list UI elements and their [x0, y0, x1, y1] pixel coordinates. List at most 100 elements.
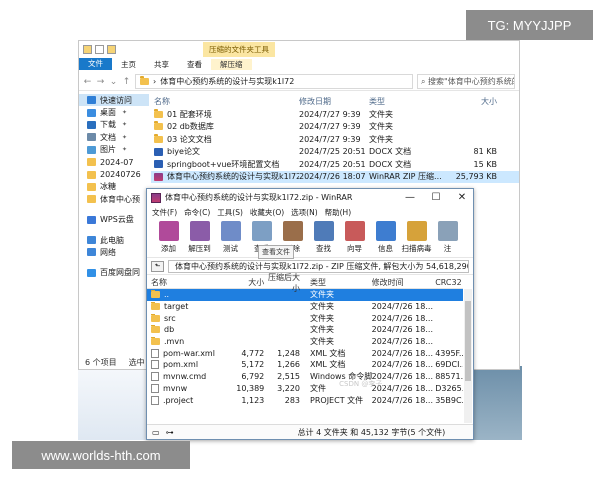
toolbar-button[interactable]: 向导 [339, 221, 370, 257]
archive-row[interactable]: .project 1,123 283 PROJECT 文件 2024/7/26 18..… [147, 394, 463, 406]
file-date: 2024/7/25 20:51 [299, 147, 366, 157]
sidebar-item[interactable]: WPS云盘 [79, 214, 149, 226]
sidebar-item[interactable]: 冰糖 [79, 181, 149, 193]
toolbar-label: 注 [443, 244, 452, 253]
ribbon-tab-view[interactable]: 查看 [178, 59, 211, 70]
ribbon-tab-extract[interactable]: 解压缩 [211, 58, 252, 70]
scrollbar-thumb[interactable] [465, 301, 471, 381]
sidebar-item[interactable]: 快速访问 [79, 94, 149, 107]
close-icon[interactable]: ✕ [451, 192, 473, 203]
toolbar-icon [437, 221, 458, 241]
ribbon-tab-share[interactable]: 共享 [145, 59, 178, 70]
pin-icon[interactable]: ✦ [122, 146, 127, 153]
new-folder-icon[interactable] [107, 44, 116, 54]
column-type[interactable]: 类型 [306, 277, 372, 288]
file-icon [151, 348, 159, 358]
toolbar-button[interactable]: 测试 [215, 221, 246, 257]
file-row[interactable]: 02 db数据库 2024/7/27 9:39 文件夹 [151, 121, 519, 134]
address-input[interactable]: › 体育中心预约系统的设计与实现k1l72 [135, 74, 413, 89]
sidebar-item-label: 文档 [100, 132, 116, 142]
toolbar-button[interactable]: 注 [432, 221, 463, 257]
file-name: 03 论文文档 [167, 134, 212, 144]
ribbon-tab-home[interactable]: 主页 [112, 59, 145, 70]
column-date[interactable]: 修改日期 [299, 96, 369, 107]
desktop-background-left [78, 370, 146, 440]
up-folder-button[interactable]: ⬑ [151, 260, 164, 272]
archive-row[interactable]: target 文件夹 2024/7/26 18... [147, 301, 463, 313]
sidebar-item[interactable]: 桌面 ✦ [79, 106, 149, 118]
folder-icon [154, 133, 163, 143]
search-input[interactable]: ⌕ 搜索"体育中心预约系统的设计... [417, 74, 515, 89]
sidebar-item[interactable]: 此电脑 [79, 234, 149, 246]
minimize-icon[interactable]: — [399, 192, 421, 203]
menu-item[interactable]: 命令(C) [184, 207, 210, 218]
compressed-folder-tools-tab[interactable]: 压缩的文件夹工具 [203, 42, 275, 57]
archive-row[interactable]: mvnw.cmd6,7922,515Windows 命令脚本2024/7/26 … [147, 371, 463, 383]
sidebar-item[interactable]: 文档 ✦ [79, 131, 149, 143]
archive-row[interactable]: pom.xml 5,172 1,266 XML 文档 2024/7/26 18... 69… [147, 359, 463, 371]
up-icon[interactable]: ↑ [122, 77, 131, 87]
sidebar-item-icon [87, 96, 96, 105]
archive-name-cell: pom-war.xml [147, 348, 228, 358]
column-modified[interactable]: 修改时间 [372, 277, 436, 288]
archive-type: 文件夹 [310, 313, 335, 323]
pin-icon[interactable]: ✦ [122, 134, 127, 141]
archive-path-dropdown[interactable]: 体育中心预约系统的设计与实现k1l72.zip - ZIP 压缩文件, 解包大小… [168, 259, 469, 273]
file-date: 2024/7/25 20:51 [299, 159, 366, 169]
archive-row[interactable]: src 文件夹 2024/7/26 18... [147, 312, 463, 324]
toolbar-button[interactable]: 添加 [153, 221, 184, 257]
menu-item[interactable]: 工具(S) [217, 207, 243, 218]
file-size: 81 KB [473, 147, 497, 157]
toolbar-button[interactable]: 解压到 [184, 221, 215, 257]
recent-locations-icon[interactable]: ⌄ [109, 77, 118, 87]
properties-icon[interactable] [95, 44, 104, 54]
column-size[interactable]: 大小 [228, 277, 264, 288]
ribbon-tab-file[interactable]: 文件 [79, 58, 112, 70]
menu-item[interactable]: 选项(N) [291, 207, 317, 218]
toolbar-button[interactable]: 扫描病毒 [401, 221, 432, 257]
column-name[interactable]: 名称 [147, 277, 228, 288]
menu-item[interactable]: 文件(F) [152, 207, 177, 218]
watermark-url: www.worlds-hth.com [12, 441, 190, 469]
file-name-cell: springboot+vue环境配置文档 [151, 159, 299, 170]
maximize-icon[interactable]: ☐ [425, 192, 447, 203]
menu-item[interactable]: 收藏夹(O) [250, 207, 284, 218]
sidebar-item[interactable]: 百度网盘同 [79, 267, 149, 279]
menu-item[interactable]: 帮助(H) [325, 207, 352, 218]
file-row[interactable]: 体育中心预约系统的设计与实现k1l72 2024/7/26 18:07 WinRAR… [151, 170, 519, 183]
toolbar-button[interactable]: 查找 [308, 221, 339, 257]
archive-modified: 2024/7/26 18... [371, 395, 433, 405]
back-icon[interactable]: ← [83, 77, 92, 87]
archive-row[interactable]: pom-war.xml 4,772 1,248 XML 文档 2024/7/26 18.… [147, 347, 463, 359]
winrar-title-bar: 体育中心预约系统的设计与实现k1l72.zip - WinRAR — ☐ ✕ [147, 189, 473, 206]
file-row[interactable]: biye论文 2024/7/25 20:51 DOCX 文档 81 KB [151, 146, 519, 159]
archive-crc: D3265... [435, 383, 463, 393]
column-name[interactable]: 名称 [151, 96, 299, 107]
forward-icon[interactable]: → [96, 77, 105, 87]
file-row[interactable]: springboot+vue环境配置文档 2024/7/25 20:51 DOCX … [151, 158, 519, 171]
sidebar-item[interactable]: 图片 ✦ [79, 144, 149, 156]
archive-row[interactable]: mvnw10,3893,220文件2024/7/26 18...D3265... [147, 383, 463, 395]
pin-icon[interactable]: ✦ [122, 109, 127, 116]
archive-name: pom-war.xml [163, 348, 215, 358]
archive-row[interactable]: db 文件夹 2024/7/26 18... [147, 324, 463, 336]
sidebar-item-label: 下载 [100, 120, 116, 130]
column-size[interactable]: 大小 [437, 96, 497, 107]
archive-name: db [164, 325, 175, 335]
file-row[interactable]: 01 配套环境 2024/7/27 9:39 文件夹 [151, 108, 519, 121]
archive-list-scrollbar[interactable] [464, 289, 472, 423]
column-packed[interactable]: 压缩后大小 [264, 272, 306, 294]
sidebar-item[interactable]: 2024-07 [79, 156, 149, 168]
column-type[interactable]: 类型 [369, 96, 437, 107]
sidebar-item[interactable]: 20240726 [79, 168, 149, 180]
toolbar-button[interactable]: 信息 [370, 221, 401, 257]
folder-icon[interactable] [83, 44, 92, 54]
archive-row[interactable]: .mvn 文件夹 2024/7/26 18... [147, 336, 463, 348]
sidebar-item[interactable]: 体育中心预 [79, 193, 149, 205]
sidebar-item[interactable]: 网络 [79, 246, 149, 258]
column-crc[interactable]: CRC32 [435, 278, 463, 287]
archive-name: mvnw [163, 383, 188, 393]
sidebar-item[interactable]: 下载 ✦ [79, 119, 149, 131]
pin-icon[interactable]: ✦ [122, 121, 127, 128]
file-row[interactable]: 03 论文文档 2024/7/27 9:39 文件夹 [151, 133, 519, 146]
